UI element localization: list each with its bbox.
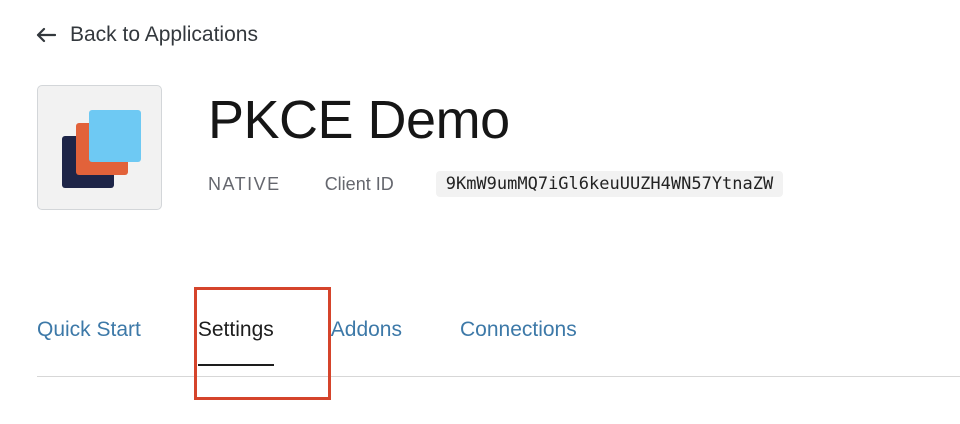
client-id-label: Client ID — [324, 173, 394, 194]
arrow-left-icon — [36, 27, 56, 43]
back-to-applications-link[interactable]: Back to Applications — [36, 20, 258, 50]
client-id-value[interactable]: 9KmW9umMQ7iGl6keuUUZH4WN57YtnaZW — [435, 171, 784, 197]
application-info: PKCE Demo NATIVE Client ID 9KmW9umMQ7iGl… — [208, 85, 784, 197]
application-title: PKCE Demo — [208, 90, 510, 150]
tab-connections[interactable]: Connections — [460, 306, 577, 354]
logo-front-square — [89, 110, 141, 162]
tabs-divider — [37, 376, 960, 377]
application-header: PKCE Demo NATIVE Client ID 9KmW9umMQ7iGl… — [37, 85, 784, 210]
tab-settings[interactable]: Settings — [197, 306, 274, 366]
back-link-label: Back to Applications — [70, 23, 258, 46]
application-type: NATIVE — [208, 173, 281, 194]
tab-addons[interactable]: Addons — [331, 306, 402, 354]
application-logo — [37, 85, 162, 210]
tab-quick-start[interactable]: Quick Start — [37, 306, 141, 354]
application-meta: NATIVE Client ID 9KmW9umMQ7iGl6keuUUZH4W… — [208, 171, 784, 197]
application-tabs: Quick Start Settings Addons Connections — [37, 306, 577, 366]
